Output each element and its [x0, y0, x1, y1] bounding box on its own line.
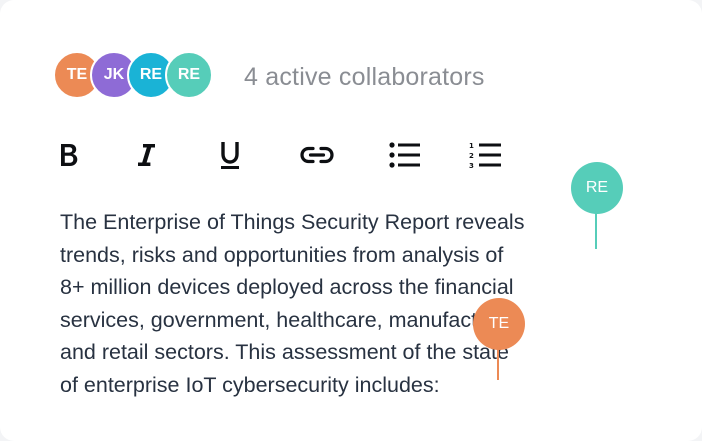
svg-text:1: 1	[469, 142, 474, 150]
bold-button[interactable]	[48, 136, 88, 174]
active-collaborators-label: 4 active collaborators	[244, 63, 485, 91]
svg-text:2: 2	[469, 152, 474, 160]
link-button[interactable]	[297, 136, 337, 174]
remote-cursor-label: TE	[473, 298, 525, 350]
collaborative-editor-card: TE JK RE RE 4 active collaborators 1 2 3…	[0, 0, 702, 441]
remote-cursor-label: RE	[571, 162, 623, 214]
underline-icon	[217, 139, 243, 171]
underline-button[interactable]	[210, 136, 250, 174]
numbered-list-button[interactable]: 1 2 3	[466, 136, 506, 174]
bulleted-list-button[interactable]	[385, 136, 425, 174]
link-icon	[299, 145, 335, 165]
svg-text:3: 3	[469, 162, 474, 169]
italic-button[interactable]	[126, 136, 166, 174]
numbered-list-icon: 1 2 3	[469, 141, 503, 169]
avatar[interactable]: RE	[165, 51, 213, 99]
bulleted-list-icon	[388, 141, 422, 169]
bold-icon	[55, 140, 81, 170]
italic-icon	[134, 140, 158, 170]
